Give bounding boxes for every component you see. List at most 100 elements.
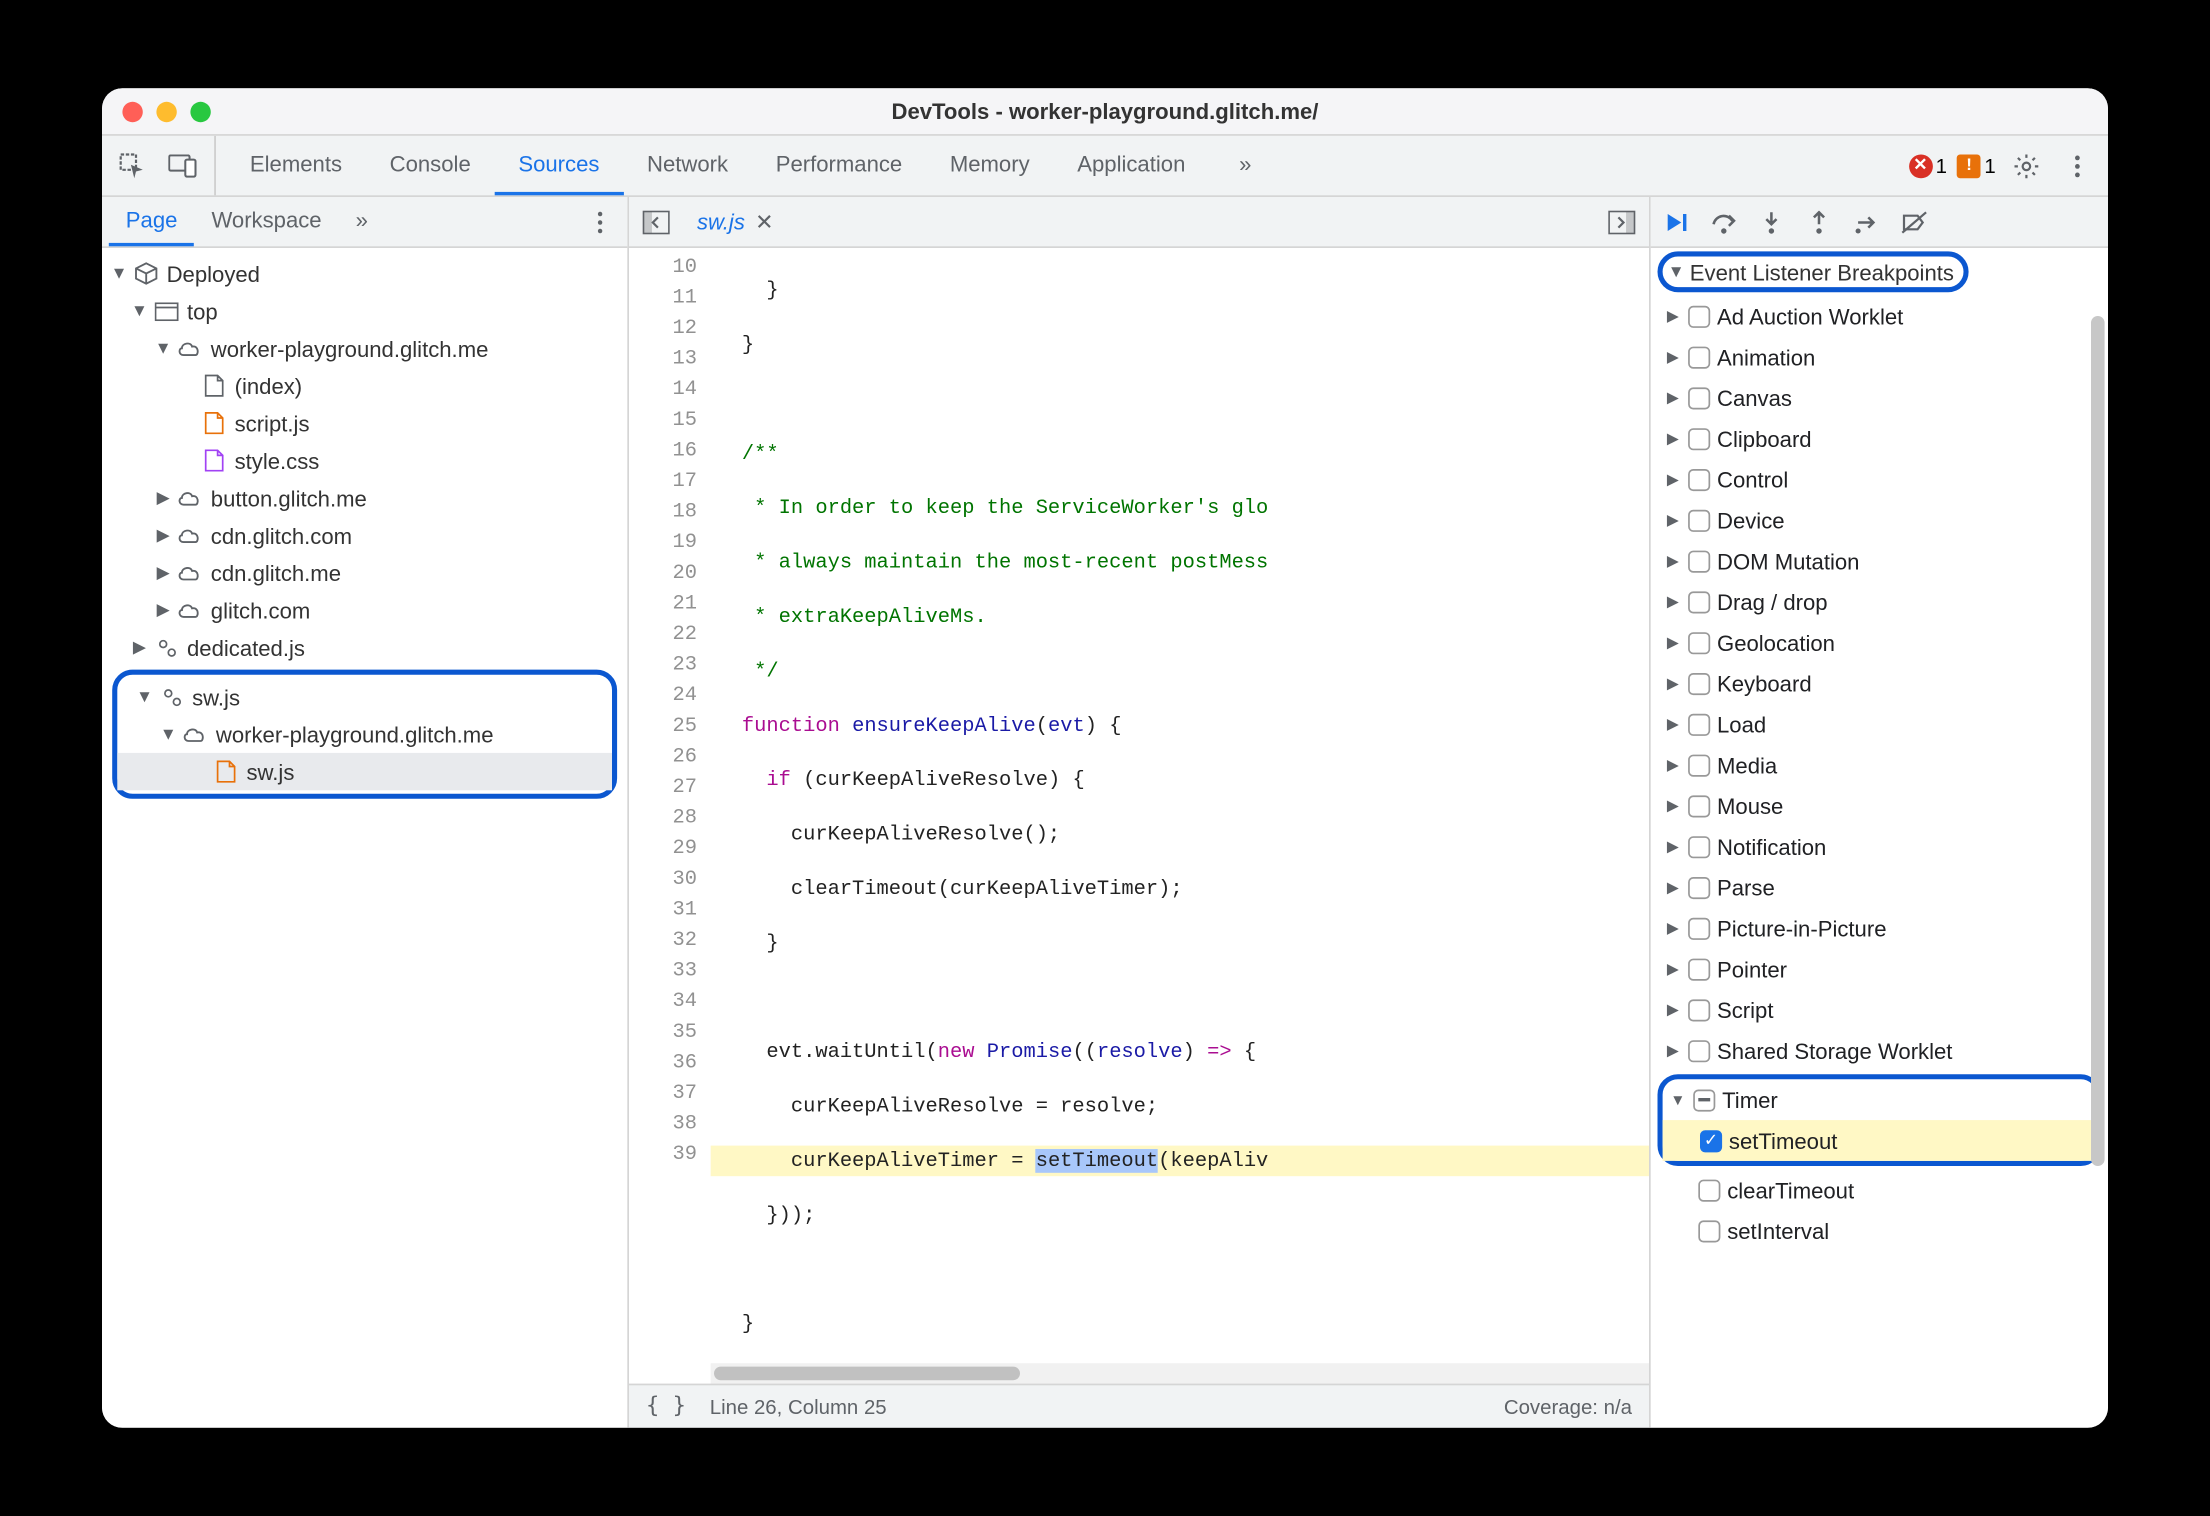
tree-top[interactable]: ▼ top <box>102 292 627 329</box>
tree-file-style[interactable]: style.css <box>102 442 627 479</box>
checkbox[interactable] <box>1688 754 1710 776</box>
navigator-tab-workspace[interactable]: Workspace <box>194 197 338 246</box>
timer-settimeout[interactable]: ✓setTimeout <box>1663 1120 2097 1161</box>
category-pointer[interactable]: ▶Pointer <box>1651 948 2108 989</box>
tab-network[interactable]: Network <box>623 136 752 196</box>
tab-performance[interactable]: Performance <box>752 136 926 196</box>
more-icon[interactable] <box>2057 145 2098 186</box>
step-icon[interactable] <box>1851 206 1882 237</box>
category-device[interactable]: ▶Device <box>1651 500 2108 541</box>
tree-root[interactable]: ▼ Deployed <box>102 255 627 292</box>
category-drag-drop[interactable]: ▶Drag / drop <box>1651 581 2108 622</box>
error-count[interactable]: ✕ 1 <box>1908 154 1947 178</box>
code-editor[interactable]: 1011121314151617181920212223242526272829… <box>629 248 1649 1384</box>
tree-origin-cdn-me[interactable]: ▶cdn.glitch.me <box>102 554 627 591</box>
tree-origin-button[interactable]: ▶button.glitch.me <box>102 479 627 516</box>
checkbox[interactable] <box>1688 346 1710 368</box>
category-timer[interactable]: ▼Timer <box>1663 1079 2097 1120</box>
checkbox[interactable] <box>1688 427 1710 449</box>
tab-elements[interactable]: Elements <box>226 136 366 196</box>
tree-sw-origin[interactable]: ▼worker-playground.glitch.me <box>117 715 612 752</box>
tree-dedicated-worker[interactable]: ▶dedicated.js <box>102 629 627 666</box>
tree-origin-glitch[interactable]: ▶glitch.com <box>102 591 627 628</box>
category-script[interactable]: ▶Script <box>1651 989 2108 1030</box>
maximize-icon[interactable] <box>190 101 210 121</box>
checkbox[interactable] <box>1688 713 1710 735</box>
toggle-debugger-icon[interactable] <box>1601 201 1642 242</box>
navigator-tab-page[interactable]: Page <box>109 197 195 246</box>
code-content[interactable]: } } /** * In order to keep the ServiceWo… <box>711 248 1649 1384</box>
category-mouse[interactable]: ▶Mouse <box>1651 785 2108 826</box>
category-notification[interactable]: ▶Notification <box>1651 826 2108 867</box>
toggle-navigator-icon[interactable] <box>636 201 677 242</box>
category-dom-mutation[interactable]: ▶DOM Mutation <box>1651 540 2108 581</box>
step-over-icon[interactable] <box>1709 206 1740 237</box>
device-toggle-icon[interactable] <box>163 145 204 186</box>
checkbox[interactable] <box>1688 468 1710 490</box>
vertical-scrollbar[interactable] <box>2088 258 2105 1417</box>
close-icon[interactable] <box>122 101 142 121</box>
inspect-icon[interactable] <box>112 145 153 186</box>
tree-file-index[interactable]: (index) <box>102 367 627 404</box>
tab-application[interactable]: Application <box>1053 136 1209 196</box>
tab-sources[interactable]: Sources <box>495 136 624 196</box>
timer-setinterval[interactable]: setInterval <box>1651 1210 2108 1251</box>
file-tree[interactable]: ▼ Deployed ▼ top ▼ worker-playground.gli… <box>102 248 627 1428</box>
category-geolocation[interactable]: ▶Geolocation <box>1651 622 2108 663</box>
category-shared-storage[interactable]: ▶Shared Storage Worklet <box>1651 1030 2108 1071</box>
checkbox[interactable] <box>1688 835 1710 857</box>
navigator-more-icon[interactable] <box>580 201 621 242</box>
resume-icon[interactable] <box>1661 206 1692 237</box>
tree-sw-root[interactable]: ▼sw.js <box>117 678 612 715</box>
checkbox[interactable] <box>1688 795 1710 817</box>
timer-cleartimeout[interactable]: clearTimeout <box>1651 1169 2108 1210</box>
close-tab-icon[interactable]: ✕ <box>755 208 774 235</box>
category-ad-auction[interactable]: ▶Ad Auction Worklet <box>1651 296 2108 337</box>
checkbox[interactable] <box>1688 591 1710 613</box>
category-canvas[interactable]: ▶Canvas <box>1651 377 2108 418</box>
checkbox[interactable] <box>1698 1179 1720 1201</box>
category-parse[interactable]: ▶Parse <box>1651 867 2108 908</box>
tree-origin-cdn-com[interactable]: ▶cdn.glitch.com <box>102 517 627 554</box>
category-control[interactable]: ▶Control <box>1651 459 2108 500</box>
step-into-icon[interactable] <box>1756 206 1787 237</box>
tree-sw-file[interactable]: sw.js <box>117 753 612 790</box>
settings-icon[interactable] <box>2006 145 2047 186</box>
category-load[interactable]: ▶Load <box>1651 704 2108 745</box>
tabs-overflow-icon[interactable]: » <box>1209 136 1275 196</box>
checkbox[interactable] <box>1688 917 1710 939</box>
tab-memory[interactable]: Memory <box>926 136 1053 196</box>
checkbox[interactable] <box>1688 672 1710 694</box>
navigator-tabs-overflow-icon[interactable]: » <box>339 197 385 246</box>
step-out-icon[interactable] <box>1804 206 1835 237</box>
checkbox[interactable] <box>1688 305 1710 327</box>
checkbox[interactable] <box>1688 1039 1710 1061</box>
tree-origin[interactable]: ▼ worker-playground.glitch.me <box>102 330 627 367</box>
file-tab-sw[interactable]: sw.js ✕ <box>683 208 787 235</box>
deactivate-breakpoints-icon[interactable] <box>1899 206 1930 237</box>
pretty-print-icon[interactable]: { } <box>646 1394 686 1420</box>
tab-console[interactable]: Console <box>366 136 495 196</box>
checkbox[interactable] <box>1688 550 1710 572</box>
checkbox[interactable] <box>1688 509 1710 531</box>
horizontal-scrollbar[interactable] <box>711 1363 1649 1383</box>
category-keyboard[interactable]: ▶Keyboard <box>1651 663 2108 704</box>
checkbox-mixed[interactable] <box>1693 1089 1715 1111</box>
checkbox[interactable] <box>1688 999 1710 1021</box>
category-media[interactable]: ▶Media <box>1651 744 2108 785</box>
checkbox[interactable] <box>1688 631 1710 653</box>
category-clipboard[interactable]: ▶Clipboard <box>1651 418 2108 459</box>
checkbox[interactable] <box>1688 958 1710 980</box>
breakpoint-categories[interactable]: ▶Ad Auction Worklet ▶Animation ▶Canvas ▶… <box>1651 292 2108 1428</box>
checkbox[interactable] <box>1688 387 1710 409</box>
coverage-status: Coverage: n/a <box>1504 1395 1632 1419</box>
category-animation[interactable]: ▶Animation <box>1651 336 2108 377</box>
event-listener-breakpoints-header[interactable]: ▼ Event Listener Breakpoints <box>1651 248 2108 292</box>
warning-count[interactable]: ! 1 <box>1957 154 1996 178</box>
minimize-icon[interactable] <box>156 101 176 121</box>
checkbox-checked[interactable]: ✓ <box>1700 1129 1722 1151</box>
tree-file-script[interactable]: script.js <box>102 404 627 441</box>
category-pip[interactable]: ▶Picture-in-Picture <box>1651 908 2108 949</box>
checkbox[interactable] <box>1688 876 1710 898</box>
checkbox[interactable] <box>1698 1220 1720 1242</box>
